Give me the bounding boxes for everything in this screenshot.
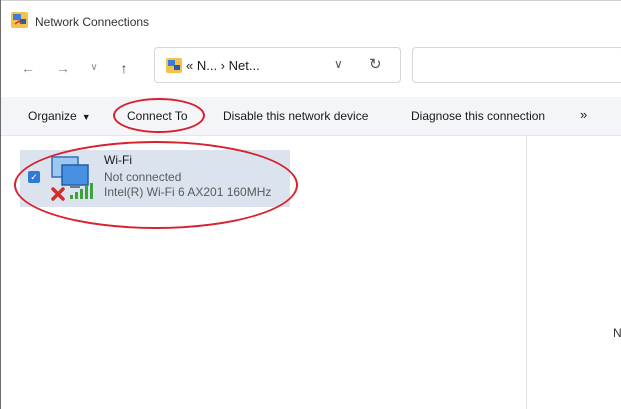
organize-button[interactable]: Organize ▼: [28, 109, 91, 123]
network-connections-icon: [11, 12, 28, 28]
chevron-down-icon: ∨: [90, 62, 98, 73]
refresh-icon[interactable]: ↻: [369, 55, 382, 73]
forward-button[interactable]: →: [52, 57, 74, 79]
connection-status: Not connected: [104, 170, 182, 184]
organize-label: Organize: [28, 109, 77, 123]
address-bar[interactable]: « N... › Net... ∨ ↻: [154, 47, 401, 83]
navigation-bar: ← → ∨ ↑ « N... › Net... ∨ ↻: [1, 41, 621, 97]
network-folder-icon: [166, 58, 182, 73]
diagnose-connection-button[interactable]: Diagnose this connection: [411, 109, 545, 123]
wifi-adapter-icon: [51, 156, 93, 201]
arrow-left-icon: ←: [21, 60, 35, 76]
arrow-right-icon: →: [56, 60, 70, 76]
connect-to-button[interactable]: Connect To: [127, 109, 188, 123]
title-bar: Network Connections: [1, 1, 621, 41]
window-title: Network Connections: [35, 15, 150, 29]
connection-device: Intel(R) Wi-Fi 6 AX201 160MHz: [104, 185, 272, 199]
caret-down-icon: ▼: [81, 112, 91, 122]
details-text: N: [613, 326, 621, 340]
address-dropdown-icon[interactable]: ∨: [334, 57, 343, 71]
command-bar: Organize ▼ Connect To Disable this networ…: [1, 97, 621, 136]
disable-device-button[interactable]: Disable this network device: [223, 109, 368, 123]
connection-name: Wi-Fi: [104, 153, 132, 167]
up-button[interactable]: ↑: [113, 57, 135, 79]
search-input[interactable]: [412, 47, 621, 83]
selection-checkbox[interactable]: ✓: [28, 171, 40, 183]
more-commands-button[interactable]: »: [580, 107, 587, 122]
wifi-connection-item[interactable]: ✓ Wi-Fi Not connected Intel(R) Wi-Fi 6 A…: [20, 150, 290, 207]
address-path[interactable]: « N... › Net...: [186, 58, 260, 73]
arrow-up-icon: ↑: [120, 60, 128, 76]
recent-locations-button[interactable]: ∨: [83, 57, 105, 79]
details-pane: N: [527, 136, 621, 409]
back-button[interactable]: ←: [17, 57, 39, 79]
